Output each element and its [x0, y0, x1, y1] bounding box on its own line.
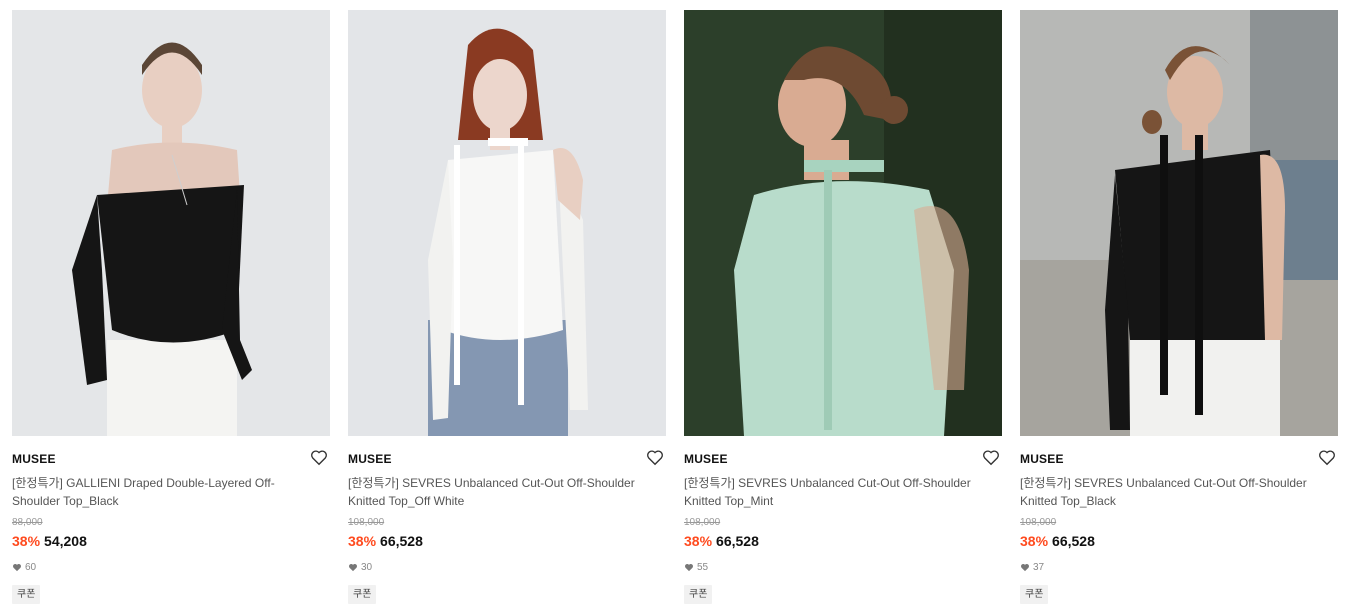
- product-brand[interactable]: MUSEE: [348, 452, 392, 466]
- like-count-value: 55: [697, 562, 709, 573]
- product-photo-black-top: [1020, 10, 1338, 436]
- product-photo-black-draped-top: [12, 10, 330, 436]
- like-count: 60: [12, 562, 36, 573]
- product-title[interactable]: [한정특가] SEVRES Unbalanced Cut-Out Off-Sho…: [684, 474, 974, 510]
- coupon-badge: 쿠폰: [12, 585, 41, 604]
- product-brand[interactable]: MUSEE: [1020, 452, 1064, 466]
- discount-rate: 38%: [348, 533, 377, 549]
- product-brand[interactable]: MUSEE: [684, 452, 728, 466]
- heart-filled-icon: [13, 564, 21, 572]
- product-title[interactable]: [한정특가] SEVRES Unbalanced Cut-Out Off-Sho…: [348, 474, 638, 510]
- heart-filled-icon: [685, 564, 693, 572]
- product-image[interactable]: [684, 10, 1002, 436]
- product-photo-mint-top: [684, 10, 1002, 436]
- coupon-badge: 쿠폰: [684, 585, 713, 604]
- discount-rate: 38%: [684, 533, 713, 549]
- product-card[interactable]: MUSEE [한정특가] SEVRES Unbalanced Cut-Out O…: [1020, 10, 1338, 610]
- sale-price: 66,528: [380, 533, 423, 549]
- product-brand[interactable]: MUSEE: [12, 452, 56, 466]
- wishlist-heart-icon[interactable]: [1318, 449, 1336, 466]
- product-image[interactable]: [348, 10, 666, 436]
- like-count-value: 37: [1033, 562, 1045, 573]
- discount-rate: 38%: [1020, 533, 1049, 549]
- sale-price: 54,208: [44, 533, 87, 549]
- like-count-value: 30: [361, 562, 373, 573]
- like-count: 55: [684, 562, 708, 573]
- wishlist-heart-icon[interactable]: [982, 449, 1000, 466]
- price-line: 38% 66,528: [348, 533, 423, 549]
- product-image[interactable]: [1020, 10, 1338, 436]
- original-price: 88,000: [12, 517, 43, 528]
- product-card[interactable]: MUSEE [한정특가] SEVRES Unbalanced Cut-Out O…: [684, 10, 1002, 610]
- original-price: 108,000: [684, 517, 721, 528]
- heart-filled-icon: [1021, 564, 1029, 572]
- product-card[interactable]: MUSEE [한정특가] GALLIENI Draped Double-Laye…: [12, 10, 330, 610]
- like-count: 30: [348, 562, 372, 573]
- price-line: 38% 66,528: [684, 533, 759, 549]
- heart-filled-icon: [349, 564, 357, 572]
- sale-price: 66,528: [1052, 533, 1095, 549]
- original-price: 108,000: [1020, 517, 1057, 528]
- price-line: 38% 66,528: [1020, 533, 1095, 549]
- like-count: 37: [1020, 562, 1044, 573]
- coupon-badge: 쿠폰: [348, 585, 377, 604]
- discount-rate: 38%: [12, 533, 41, 549]
- original-price: 108,000: [348, 517, 385, 528]
- coupon-badge: 쿠폰: [1020, 585, 1049, 604]
- sale-price: 66,528: [716, 533, 759, 549]
- product-title[interactable]: [한정특가] GALLIENI Draped Double-Layered Of…: [12, 474, 302, 510]
- like-count-value: 60: [25, 562, 37, 573]
- price-line: 38% 54,208: [12, 533, 87, 549]
- product-photo-off-white-top: [348, 10, 666, 436]
- product-card[interactable]: MUSEE [한정특가] SEVRES Unbalanced Cut-Out O…: [348, 10, 666, 610]
- wishlist-heart-icon[interactable]: [646, 449, 664, 466]
- product-grid: MUSEE [한정특가] GALLIENI Draped Double-Laye…: [0, 0, 1353, 612]
- wishlist-heart-icon[interactable]: [310, 449, 328, 466]
- product-image[interactable]: [12, 10, 330, 436]
- product-title[interactable]: [한정특가] SEVRES Unbalanced Cut-Out Off-Sho…: [1020, 474, 1310, 510]
